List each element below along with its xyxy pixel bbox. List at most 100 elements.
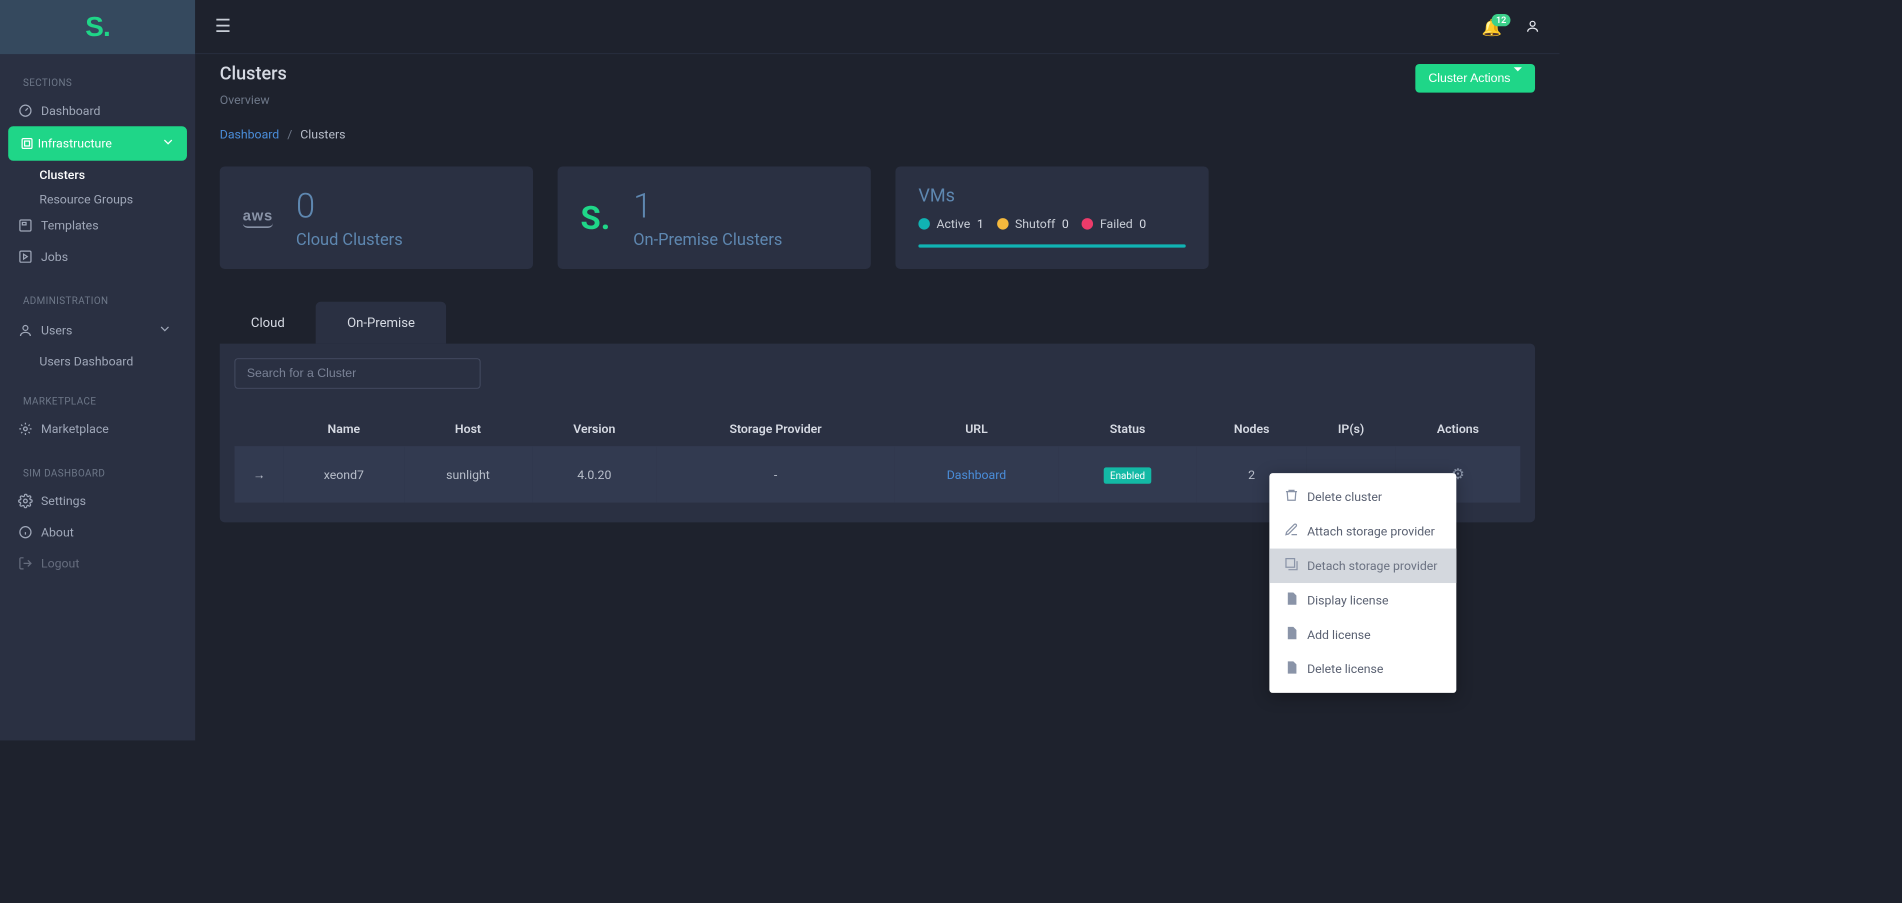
dropdown-display-license[interactable]: Display license [1269, 583, 1456, 617]
file-add-icon [1284, 626, 1297, 644]
th-actions: Actions [1396, 412, 1521, 446]
dropdown-display-license-label: Display license [1307, 593, 1388, 608]
breadcrumb-sep: / [287, 127, 292, 142]
detach-icon [1284, 557, 1297, 575]
search-input[interactable] [235, 358, 481, 388]
card-vms: VMs Active 1 Shutoff 0 Failed 0 [895, 166, 1208, 269]
vms-failed-label: Failed [1100, 216, 1133, 231]
dropdown-detach-storage-label: Detach storage provider [1307, 558, 1437, 573]
dropdown-add-license[interactable]: Add license [1269, 617, 1456, 651]
users-icon [18, 323, 33, 338]
nav-settings[interactable]: Settings [0, 485, 195, 516]
subnav-clusters[interactable]: Clusters [0, 161, 195, 186]
dropdown-delete-cluster-label: Delete cluster [1307, 490, 1382, 505]
breadcrumb: Dashboard / Clusters [220, 127, 1535, 142]
logout-icon [18, 556, 33, 571]
nav-marketplace-label: Marketplace [41, 421, 109, 436]
chevron-down-icon [161, 134, 176, 152]
cluster-actions-button[interactable]: Cluster Actions [1415, 64, 1535, 93]
page-subtitle: Overview [220, 93, 287, 108]
cloud-count: 0 [296, 186, 403, 226]
aws-icon: aws [243, 207, 273, 228]
dropdown-delete-license-label: Delete license [1307, 662, 1383, 677]
cell-host: sunlight [404, 446, 532, 503]
card-onprem-clusters: S. 1 On-Premise Clusters [558, 166, 871, 269]
trash-icon [1284, 488, 1297, 506]
nav-jobs[interactable]: Jobs [0, 241, 195, 272]
menu-toggle-icon[interactable]: ☰ [215, 16, 231, 37]
th-nodes: Nodes [1197, 412, 1307, 446]
th-storage: Storage Provider [657, 412, 895, 446]
dropdown-delete-license[interactable]: Delete license [1269, 652, 1456, 686]
cluster-actions-label: Cluster Actions [1428, 71, 1510, 85]
templates-icon [18, 218, 33, 233]
tab-on-premise[interactable]: On-Premise [316, 302, 446, 344]
edit-icon [1284, 522, 1297, 540]
dot-shutoff-icon [997, 218, 1008, 229]
nav-templates[interactable]: Templates [0, 210, 195, 241]
vms-title: VMs [918, 186, 1185, 207]
nav-users-label: Users [41, 323, 72, 338]
nav-logout-label: Logout [41, 556, 79, 571]
breadcrumb-current: Clusters [300, 127, 345, 142]
user-menu-icon[interactable] [1525, 15, 1540, 38]
section-marketplace: MARKETPLACE [0, 372, 195, 413]
logo-box: S. [0, 0, 195, 54]
subnav-resource-groups[interactable]: Resource Groups [0, 185, 195, 210]
clusters-panel: Name Host Version Storage Provider URL S… [220, 344, 1535, 523]
vms-progress-bar [918, 244, 1185, 247]
sidebar: S. SECTIONS Dashboard Infrastructure Clu… [0, 0, 195, 740]
vms-failed-value: 0 [1139, 216, 1146, 231]
nav-users[interactable]: Users [0, 313, 195, 347]
gauge-icon [18, 103, 33, 118]
th-status: Status [1058, 412, 1196, 446]
breadcrumb-dashboard[interactable]: Dashboard [220, 127, 279, 142]
nav-dashboard-label: Dashboard [41, 103, 100, 118]
dropdown-attach-storage-label: Attach storage provider [1307, 524, 1435, 539]
nav-infrastructure-label: Infrastructure [38, 136, 112, 151]
sunlight-icon: S. [581, 198, 611, 237]
chevron-down-icon [157, 321, 172, 339]
page-title: Clusters [220, 64, 287, 85]
infrastructure-icon [20, 136, 35, 151]
file-delete-icon [1284, 660, 1297, 678]
nav-jobs-label: Jobs [41, 249, 68, 264]
nav-marketplace[interactable]: Marketplace [0, 413, 195, 444]
th-url: URL [895, 412, 1059, 446]
dropdown-attach-storage[interactable]: Attach storage provider [1269, 514, 1456, 548]
card-cloud-clusters: aws 0 Cloud Clusters [220, 166, 533, 269]
section-administration: ADMINISTRATION [0, 272, 195, 313]
section-sim-dashboard: SIM DASHBOARD [0, 444, 195, 485]
status-badge: Enabled [1103, 467, 1151, 483]
dropdown-detach-storage[interactable]: Detach storage provider [1269, 549, 1456, 583]
file-icon [1284, 591, 1297, 609]
expand-row-icon[interactable]: → [253, 467, 265, 482]
nav-about[interactable]: About [0, 517, 195, 548]
vms-active-label: Active [936, 216, 970, 231]
subnav-users-dashboard[interactable]: Users Dashboard [0, 348, 195, 373]
onprem-label: On-Premise Clusters [633, 230, 782, 250]
nav-infrastructure[interactable]: Infrastructure [8, 126, 187, 160]
nav-templates-label: Templates [41, 218, 99, 233]
onprem-count: 1 [633, 186, 782, 226]
vms-shutoff-label: Shutoff [1015, 216, 1055, 231]
nav-logout[interactable]: Logout [0, 548, 195, 579]
cell-url-link[interactable]: Dashboard [947, 467, 1006, 482]
tab-cloud[interactable]: Cloud [220, 302, 316, 344]
nav-about-label: About [41, 525, 74, 540]
vms-active-value: 1 [977, 216, 984, 231]
caret-down-icon [1514, 71, 1522, 85]
logo: S. [85, 11, 110, 43]
dropdown-delete-cluster[interactable]: Delete cluster [1269, 480, 1456, 514]
th-name: Name [284, 412, 404, 446]
cloud-label: Cloud Clusters [296, 230, 403, 250]
main: ☰ 🔔 12 Clusters Overview Cluster Actions [195, 0, 1559, 740]
th-ips: IP(s) [1307, 412, 1396, 446]
th-version: Version [532, 412, 657, 446]
nav-dashboard[interactable]: Dashboard [0, 95, 195, 126]
th-host: Host [404, 412, 532, 446]
notifications-button[interactable]: 🔔 12 [1482, 17, 1502, 37]
dropdown-add-license-label: Add license [1307, 627, 1371, 642]
topbar: ☰ 🔔 12 [195, 0, 1559, 54]
notification-badge: 12 [1492, 14, 1511, 26]
